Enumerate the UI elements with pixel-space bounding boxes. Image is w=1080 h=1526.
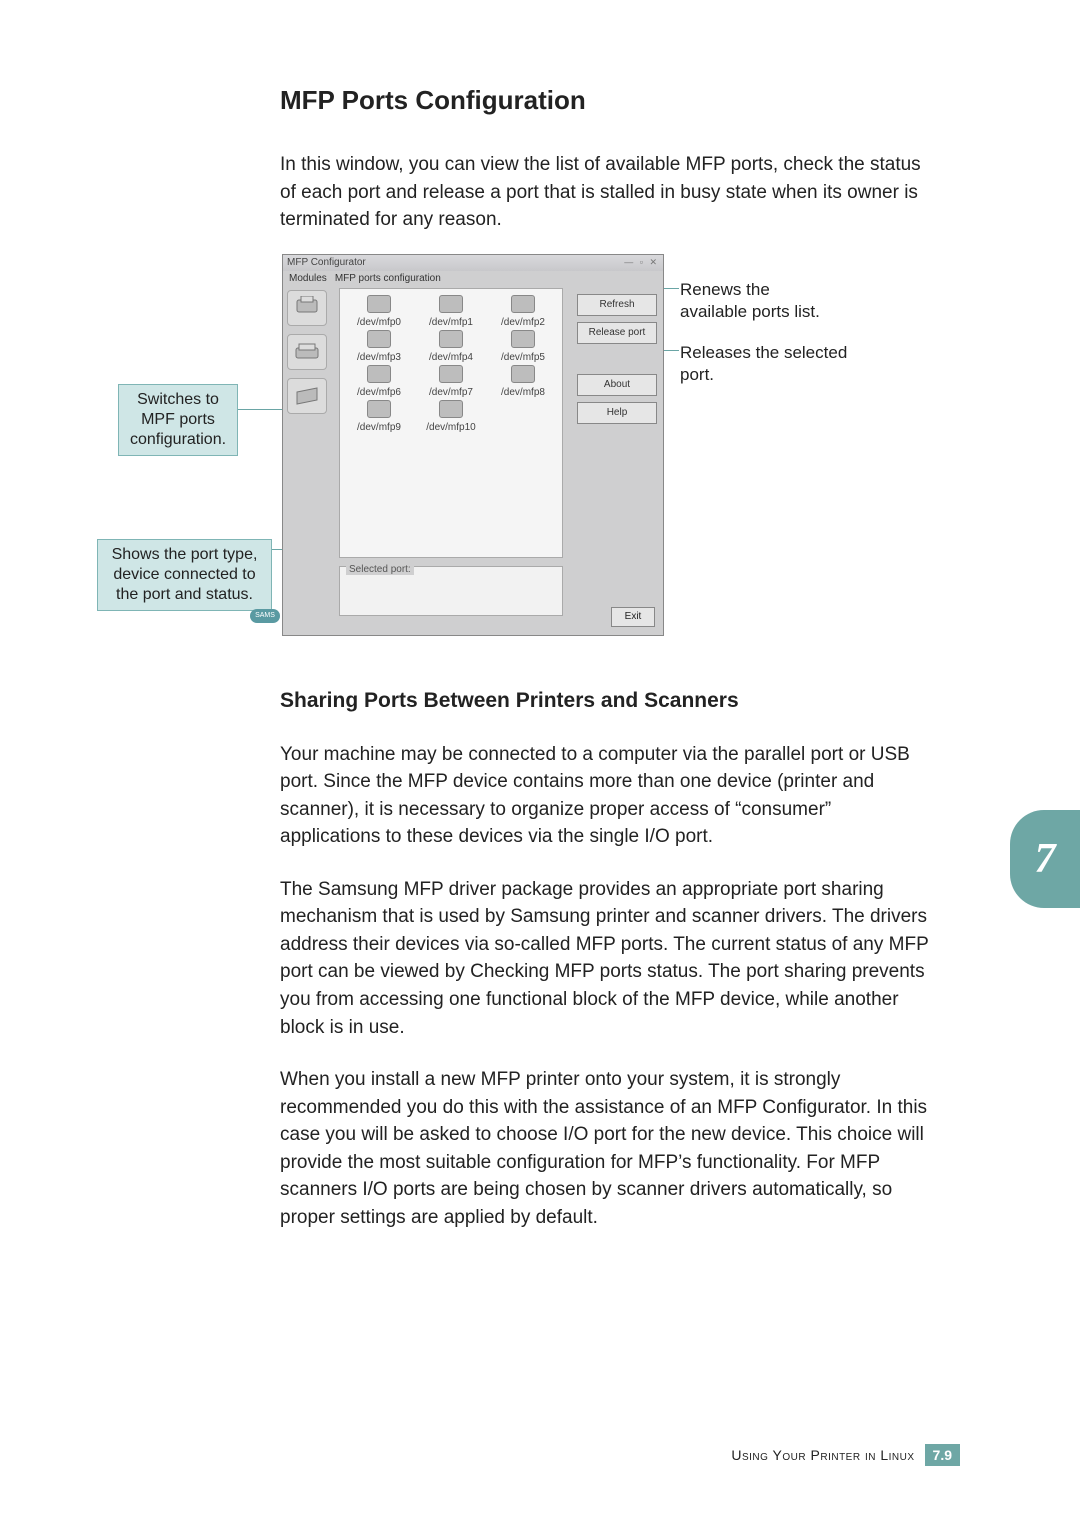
port-item[interactable]: /dev/mfp2 <box>488 295 558 328</box>
port-label: /dev/mfp6 <box>344 387 414 398</box>
port-item[interactable]: /dev/mfp4 <box>416 330 486 363</box>
callout-porttype: Shows the port type,device connected tot… <box>97 539 272 611</box>
main-heading: MFP Ports Configuration <box>280 85 960 116</box>
port-icon <box>439 295 463 313</box>
port-icon <box>439 365 463 383</box>
port-icon <box>511 330 535 348</box>
right-button-column: Refresh Release port About Help <box>577 294 657 424</box>
port-item[interactable]: /dev/mfp3 <box>344 330 414 363</box>
scanner-icon[interactable] <box>287 334 327 370</box>
port-label: /dev/mfp4 <box>416 352 486 363</box>
port-icon <box>439 330 463 348</box>
port-icon <box>367 365 391 383</box>
port-label: /dev/mfp1 <box>416 317 486 328</box>
port-item[interactable]: /dev/mfp6 <box>344 365 414 398</box>
callout-switches: Switches toMPF portsconfiguration. <box>118 384 238 456</box>
app-window: MFP Configurator — ▫ ✕ Modules MFP ports… <box>282 254 664 636</box>
callout-releases: Releases the selectedport. <box>680 342 847 386</box>
port-item[interactable]: /dev/mfp0 <box>344 295 414 328</box>
menu-tab-label: MFP ports configuration <box>335 273 441 284</box>
sub-heading: Sharing Ports Between Printers and Scann… <box>280 689 960 713</box>
ports-panel: /dev/mfp0/dev/mfp1/dev/mfp2/dev/mfp3/dev… <box>339 288 563 558</box>
chapter-tab: 7 <box>1010 810 1080 908</box>
ports-icon[interactable] <box>287 378 327 414</box>
about-button[interactable]: About <box>577 374 657 396</box>
port-label: /dev/mfp3 <box>344 352 414 363</box>
refresh-button[interactable]: Refresh <box>577 294 657 316</box>
menubar: Modules MFP ports configuration <box>283 271 663 286</box>
port-icon <box>439 400 463 418</box>
exit-button[interactable]: Exit <box>611 607 655 627</box>
intro-paragraph: In this window, you can view the list of… <box>280 151 930 234</box>
port-icon <box>367 295 391 313</box>
port-item[interactable]: /dev/mfp10 <box>416 400 486 433</box>
selected-port-label: Selected port: <box>346 564 414 575</box>
port-icon <box>367 330 391 348</box>
port-label: /dev/mfp5 <box>488 352 558 363</box>
window-title: MFP Configurator <box>287 257 366 268</box>
footer-text: Using Your Printer in Linux <box>731 1447 914 1463</box>
port-item[interactable]: /dev/mfp7 <box>416 365 486 398</box>
port-label: /dev/mfp2 <box>488 317 558 328</box>
port-label: /dev/mfp8 <box>488 387 558 398</box>
selected-port-frame: Selected port: <box>339 566 563 616</box>
port-item[interactable]: /dev/mfp9 <box>344 400 414 433</box>
window-titlebar: MFP Configurator — ▫ ✕ <box>283 255 663 271</box>
help-button[interactable]: Help <box>577 402 657 424</box>
callout-renews: Renews theavailable ports list. <box>680 279 820 323</box>
footer: Using Your Printer in Linux 7.9 <box>731 1444 960 1466</box>
body-paragraph-1: Your machine may be connected to a compu… <box>280 741 930 851</box>
port-label: /dev/mfp9 <box>344 422 414 433</box>
samsung-logo-icon: SAMS <box>250 609 280 623</box>
page-number: 7.9 <box>925 1444 960 1466</box>
port-icon <box>367 400 391 418</box>
port-icon <box>511 365 535 383</box>
left-toolbar <box>287 286 335 414</box>
menu-modules[interactable]: Modules <box>289 273 327 284</box>
body-paragraph-3: When you install a new MFP printer onto … <box>280 1066 930 1231</box>
port-label: /dev/mfp10 <box>416 422 486 433</box>
window-controls-icon: — ▫ ✕ <box>624 257 659 268</box>
port-label: /dev/mfp0 <box>344 317 414 328</box>
port-item[interactable]: /dev/mfp5 <box>488 330 558 363</box>
port-icon <box>511 295 535 313</box>
port-item[interactable]: /dev/mfp8 <box>488 365 558 398</box>
body-paragraph-2: The Samsung MFP driver package provides … <box>280 876 930 1041</box>
printer-icon[interactable] <box>287 290 327 326</box>
port-label: /dev/mfp7 <box>416 387 486 398</box>
release-port-button[interactable]: Release port <box>577 322 657 344</box>
port-item[interactable]: /dev/mfp1 <box>416 295 486 328</box>
figure-area: Switches toMPF portsconfiguration. Shows… <box>280 254 960 644</box>
